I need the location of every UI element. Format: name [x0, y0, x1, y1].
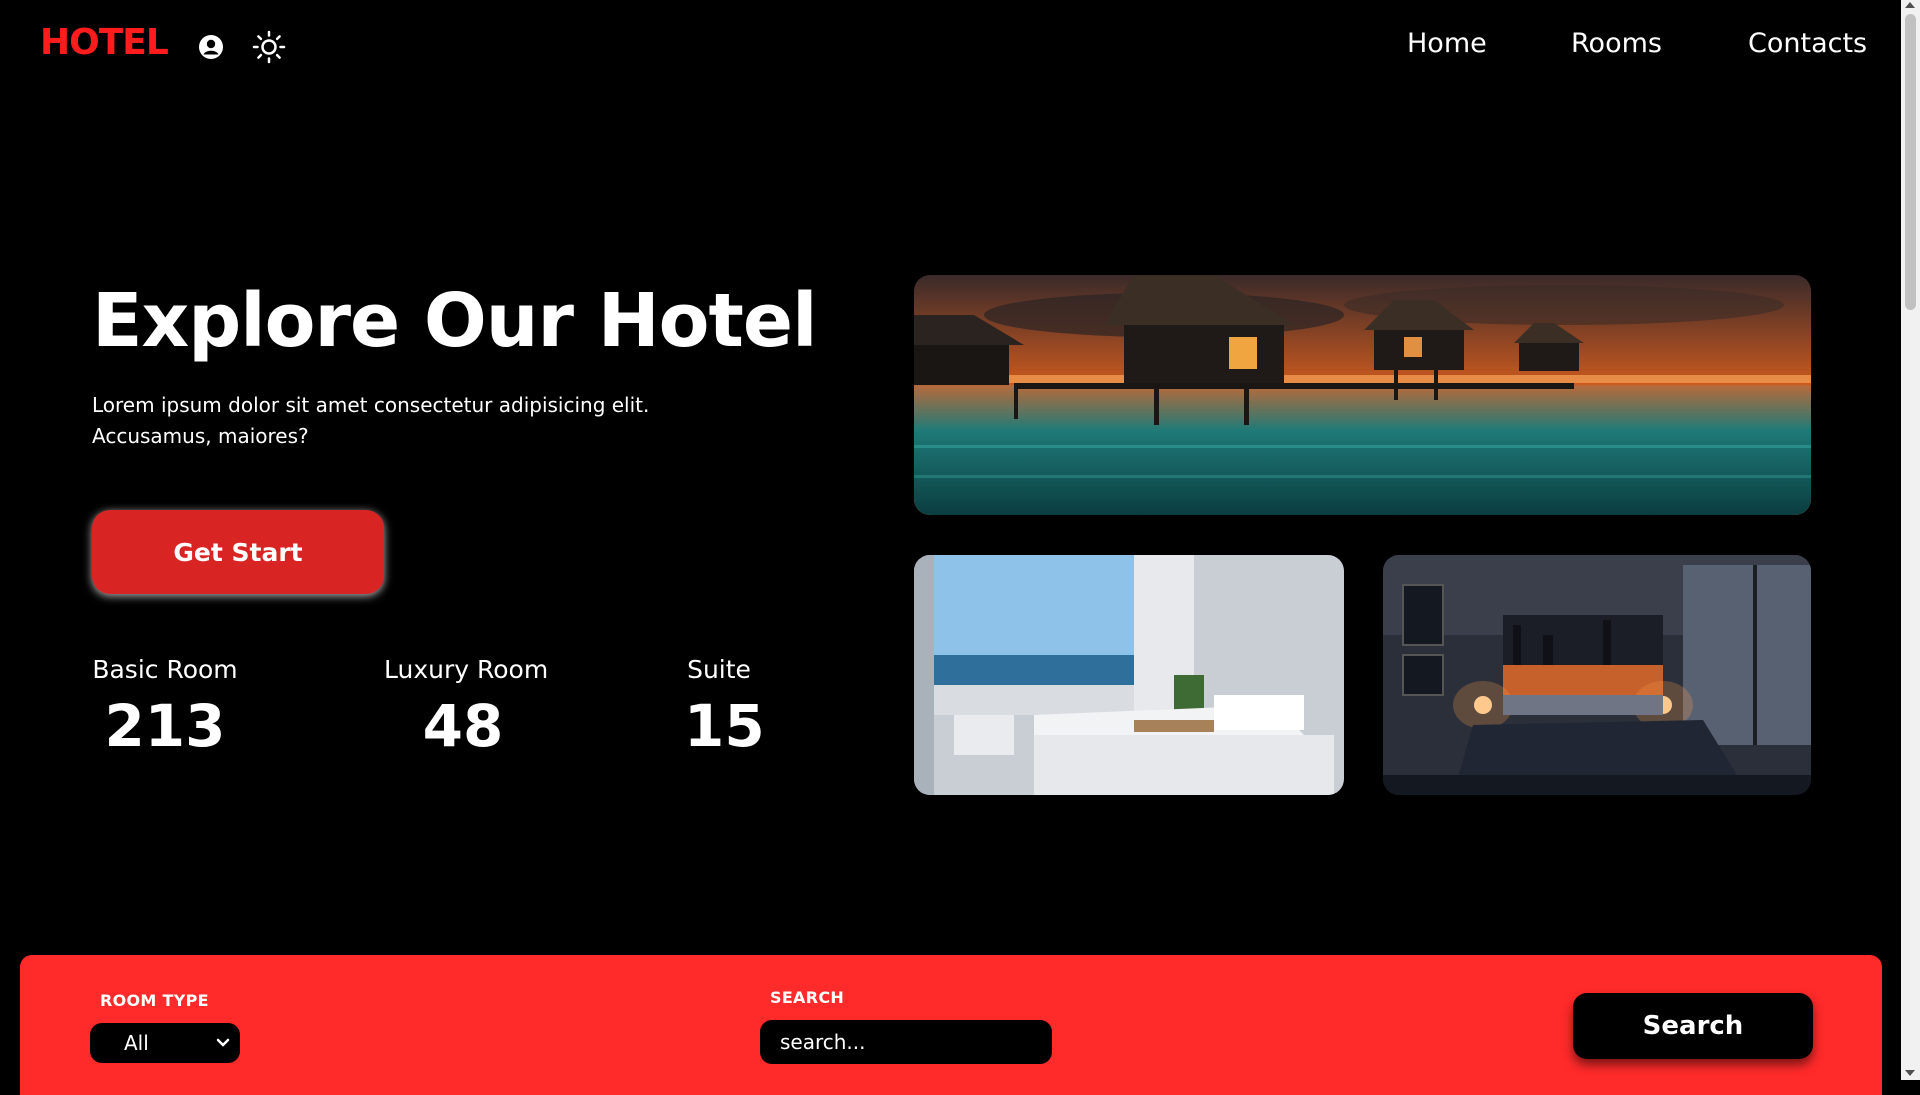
- nav-home[interactable]: Home: [1407, 28, 1487, 59]
- user-icon[interactable]: [194, 30, 228, 64]
- stat-label: Basic Room: [92, 655, 238, 684]
- room-type-select[interactable]: All: [90, 1023, 240, 1063]
- chevron-down-icon: [216, 1033, 230, 1058]
- nav-rooms[interactable]: Rooms: [1571, 28, 1662, 59]
- scroll-down-arrow-icon[interactable]: [1905, 1070, 1915, 1076]
- get-start-button[interactable]: Get Start: [92, 510, 384, 594]
- hero-description: Lorem ipsum dolor sit amet consectetur a…: [92, 393, 650, 448]
- hero-title: Explore Our Hotel: [92, 278, 817, 364]
- bungalow-sunset-image: [914, 275, 1811, 515]
- stat-basic-room: Basic Room 213: [92, 655, 238, 760]
- ocean-bedroom-image: [914, 555, 1344, 795]
- stat-value: 213: [104, 692, 226, 760]
- search-label: SEARCH: [770, 988, 845, 1007]
- search-input[interactable]: [760, 1020, 1052, 1064]
- scroll-up-arrow-icon[interactable]: [1905, 2, 1915, 8]
- stat-label: Luxury Room: [384, 655, 549, 684]
- search-button[interactable]: Search: [1573, 993, 1813, 1059]
- scrollbar-thumb[interactable]: [1905, 14, 1916, 310]
- stat-value: 48: [422, 692, 504, 760]
- city-bedroom-image: [1383, 555, 1811, 795]
- sun-icon[interactable]: [252, 30, 286, 64]
- scrollbar[interactable]: [1901, 0, 1920, 1080]
- stat-luxury-room: Luxury Room 48: [384, 655, 549, 760]
- logo[interactable]: HOTEL: [40, 22, 169, 63]
- stat-value: 15: [684, 692, 765, 760]
- room-type-value: All: [124, 1031, 149, 1055]
- nav-contacts[interactable]: Contacts: [1748, 28, 1867, 59]
- stat-suite: Suite 15: [684, 655, 765, 760]
- room-type-label: ROOM TYPE: [100, 991, 209, 1010]
- stat-label: Suite: [687, 655, 751, 684]
- search-bar: ROOM TYPE All SEARCH Search: [20, 955, 1882, 1095]
